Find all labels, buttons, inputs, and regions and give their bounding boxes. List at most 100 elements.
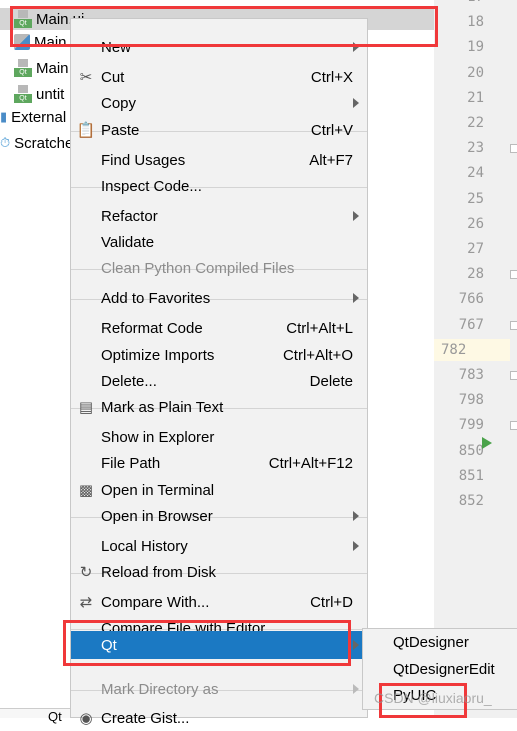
menu-item-mark-as-plain-text[interactable]: ▤ Mark as Plain Text xyxy=(71,394,367,420)
menu-item-label: Local History xyxy=(101,537,188,555)
menu-item-label: Reload from Disk xyxy=(101,563,217,581)
compare-icon: ⇄ xyxy=(79,594,93,611)
shortcut-label: Ctrl+Alt+O xyxy=(282,346,353,364)
line-number: 798 xyxy=(458,392,484,409)
line-number: 25 xyxy=(467,190,484,207)
watermark: CSDN @liuxiaoru_ xyxy=(374,690,492,706)
line-number: 18 xyxy=(467,14,484,31)
menu-item-label: Reformat Code xyxy=(101,319,203,337)
menu-item-compare-with[interactable]: ⇄ Compare With... Ctrl+D xyxy=(71,589,367,615)
menu-item-label: Open in Terminal xyxy=(101,481,215,499)
menu-item-inspect-code[interactable]: Inspect Code... xyxy=(71,173,367,199)
shortcut-label: Ctrl+Alt+F12 xyxy=(268,454,353,472)
menu-item-open-in-terminal[interactable]: ▩ Open in Terminal xyxy=(71,477,367,503)
qt-ui-file-icon: Qt xyxy=(14,85,32,103)
bottom-tab-qt[interactable]: Qt xyxy=(48,709,62,724)
fold-icon[interactable] xyxy=(510,320,517,330)
shortcut-label: Ctrl+D xyxy=(310,593,353,611)
menu-item-delete[interactable]: Delete... Delete xyxy=(71,368,367,394)
menu-item-add-to-favorites[interactable]: Add to Favorites xyxy=(71,285,367,311)
line-number: 851 xyxy=(458,467,484,484)
menu-item-show-in-explorer[interactable]: Show in Explorer xyxy=(71,424,367,450)
menu-item-label: Find Usages xyxy=(101,151,186,169)
shortcut-label: Ctrl+V xyxy=(310,121,353,139)
line-number: 767 xyxy=(458,316,484,333)
line-number: 20 xyxy=(467,64,484,81)
menu-item-label: Validate xyxy=(101,233,155,251)
menu-item-mark-directory-as[interactable]: Mark Directory as xyxy=(71,676,367,702)
library-icon: ▮ xyxy=(0,109,8,124)
menu-item-label: Copy xyxy=(101,94,137,112)
scissors-icon: ✂ xyxy=(79,69,93,86)
menu-item-label: Clean Python Compiled Files xyxy=(101,259,295,277)
submenu-item-qtdesigner[interactable]: QtDesigner xyxy=(393,630,469,656)
tree-item[interactable]: Qt Main xyxy=(14,57,69,79)
menu-item-label: Add to Favorites xyxy=(101,289,211,307)
line-number: 766 xyxy=(458,291,484,308)
shortcut-label: Alt+F7 xyxy=(309,151,353,169)
github-icon: ◉ xyxy=(79,710,93,727)
submenu-arrow-icon xyxy=(353,684,359,694)
menu-item-validate[interactable]: Validate xyxy=(71,229,367,255)
submenu-arrow-icon xyxy=(353,293,359,303)
line-number: 19 xyxy=(467,39,484,56)
tree-item-label: Main xyxy=(36,59,69,77)
run-icon[interactable] xyxy=(482,437,492,449)
shortcut-label: Ctrl+Alt+L xyxy=(286,319,353,337)
reload-icon: ↻ xyxy=(79,564,93,581)
line-number: 782 xyxy=(434,338,510,361)
menu-item-reformat-code[interactable]: Reformat Code Ctrl+Alt+L xyxy=(71,315,367,341)
tree-item[interactable]: Qt untit xyxy=(14,83,64,105)
fold-icon[interactable] xyxy=(510,421,517,431)
menu-item-find-usages[interactable]: Find Usages Alt+F7 xyxy=(71,147,367,173)
line-number: 799 xyxy=(458,417,484,434)
fold-icon[interactable] xyxy=(510,144,517,154)
menu-item-reload-from-disk[interactable]: ↻ Reload from Disk xyxy=(71,559,367,585)
menu-item-refactor[interactable]: Refactor xyxy=(71,203,367,229)
menu-item-clean-python-compiled-files[interactable]: Clean Python Compiled Files xyxy=(71,255,367,281)
shortcut-label: Ctrl+X xyxy=(310,68,353,86)
menu-item-paste[interactable]: 📋 Paste Ctrl+V xyxy=(71,117,367,143)
editor-gutter: 17 18 19 20 21 22 23 24 25 26 27 28 766 767 782 783 798 7… xyxy=(434,0,517,718)
line-number: 27 xyxy=(467,241,484,257)
annotation-box-qt xyxy=(63,620,351,666)
submenu-arrow-icon xyxy=(353,98,359,108)
menu-item-label: Paste xyxy=(101,121,140,139)
menu-item-file-path[interactable]: File Path Ctrl+Alt+F12 xyxy=(71,450,367,476)
annotation-box-main-ui xyxy=(10,6,438,47)
fold-icon[interactable] xyxy=(510,270,517,280)
menu-item-label: Optimize Imports xyxy=(101,346,215,364)
submenu-arrow-icon xyxy=(353,211,359,221)
menu-item-label: Create Gist... xyxy=(101,709,190,727)
menu-item-open-in-browser[interactable]: Open in Browser xyxy=(71,503,367,529)
line-number: 24 xyxy=(467,165,484,182)
line-number: 22 xyxy=(467,115,484,131)
scratches-icon: ⏱ xyxy=(0,135,11,150)
tree-item[interactable]: ⏱ Scratche xyxy=(0,132,73,154)
menu-item-optimize-imports[interactable]: Optimize Imports Ctrl+Alt+O xyxy=(71,342,367,368)
menu-item-label: Delete... xyxy=(101,372,157,390)
menu-item-cut[interactable]: ✂ Cut Ctrl+X xyxy=(71,64,367,90)
line-number: 17 xyxy=(434,0,484,8)
clipboard-icon: 📋 xyxy=(76,122,96,139)
menu-item-label: Compare With... xyxy=(101,593,210,611)
terminal-icon: ▩ xyxy=(78,482,94,499)
menu-item-label: Cut xyxy=(101,68,125,86)
context-menu: New ✂ Cut Ctrl+X Copy 📋 Paste Ctrl+V Find Usages… xyxy=(70,18,368,727)
menu-item-label: Show in Explorer xyxy=(101,428,215,446)
menu-item-copy[interactable]: Copy xyxy=(71,90,367,116)
shortcut-label: Delete xyxy=(309,372,353,390)
menu-item-label: Inspect Code... xyxy=(101,177,202,195)
menu-item-label: Mark as Plain Text xyxy=(101,398,224,416)
menu-item-create-gist[interactable]: ◉ Create Gist... xyxy=(71,705,367,731)
tree-item-label: External xyxy=(11,108,67,126)
submenu-arrow-icon xyxy=(353,640,359,650)
fold-icon[interactable] xyxy=(510,371,517,380)
submenu-arrow-icon xyxy=(353,541,359,551)
line-number: 852 xyxy=(458,493,484,509)
submenu-item-qtdesigneredit[interactable]: QtDesignerEdit xyxy=(393,657,495,683)
qt-ui-file-icon: Qt xyxy=(14,59,32,77)
tree-item-label: untit xyxy=(36,85,65,103)
menu-item-local-history[interactable]: Local History xyxy=(71,533,367,559)
tree-item[interactable]: ▮ External xyxy=(0,106,66,128)
